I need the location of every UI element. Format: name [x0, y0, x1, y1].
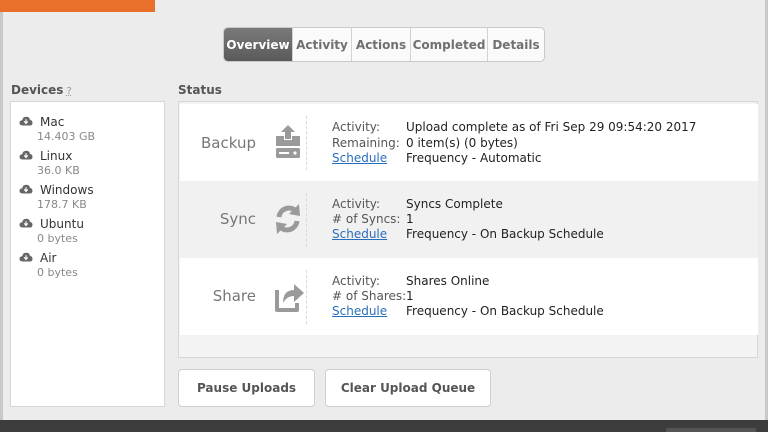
device-size: 178.7 KB — [37, 198, 87, 211]
remaining-value: 0 item(s) (0 bytes) — [406, 136, 518, 150]
brand-accent-bar — [0, 0, 155, 12]
device-name: Air — [40, 251, 57, 265]
device-size: 36.0 KB — [37, 164, 80, 177]
frequency-value: Frequency - Automatic — [406, 151, 542, 165]
device-size: 0 bytes — [37, 266, 78, 279]
status-title: Status — [178, 83, 222, 97]
device-name: Ubuntu — [40, 217, 84, 231]
row-divider — [306, 193, 307, 247]
devices-title: Devices — [11, 83, 64, 97]
cloud-icon — [19, 184, 33, 194]
tab-completed[interactable]: Completed — [411, 28, 488, 61]
device-size: 0 bytes — [37, 232, 78, 245]
sync-icon — [276, 204, 300, 234]
row-title: Sync — [219, 210, 256, 228]
remaining-label: Remaining: — [332, 136, 400, 150]
devices-list: Mac 14.403 GB Linux 36.0 KB Windows 178.… — [10, 101, 165, 407]
pause-uploads-button[interactable]: Pause Uploads — [178, 369, 315, 407]
devices-heading: Devices? — [11, 83, 72, 97]
device-name: Windows — [40, 183, 94, 197]
tab-bar: Overview Activity Actions Completed Deta… — [223, 27, 545, 62]
status-row-sync: Sync Activity: Syncs Complete # of Syncs… — [180, 181, 758, 258]
cloud-icon — [19, 218, 33, 228]
activity-value: Shares Online — [406, 274, 490, 288]
cloud-icon — [19, 252, 33, 262]
cloud-icon — [19, 150, 33, 160]
row-title: Backup — [201, 134, 256, 152]
frequency-value: Frequency - On Backup Schedule — [406, 304, 604, 318]
backup-drive-icon — [276, 125, 300, 158]
sync-schedule-link[interactable]: Schedule — [332, 227, 387, 241]
shares-count-label: # of Shares: — [332, 289, 407, 303]
device-name: Linux — [40, 149, 73, 163]
device-name: Mac — [40, 115, 65, 129]
activity-label: Activity: — [332, 274, 381, 288]
status-row-backup: Backup Activity: Upload complete as of F… — [180, 104, 758, 181]
cloud-icon — [19, 116, 33, 126]
activity-value: Upload complete as of Fri Sep 29 09:54:2… — [406, 120, 697, 134]
row-title: Share — [212, 287, 256, 305]
row-divider — [306, 270, 307, 324]
tab-overview[interactable]: Overview — [224, 28, 293, 61]
tab-actions[interactable]: Actions — [352, 28, 411, 61]
device-size: 14.403 GB — [37, 130, 96, 143]
activity-label: Activity: — [332, 197, 381, 211]
window-edge-left — [0, 12, 3, 420]
row-divider — [306, 116, 307, 170]
shares-count-value: 1 — [406, 289, 414, 303]
clear-upload-queue-button[interactable]: Clear Upload Queue — [325, 369, 491, 407]
activity-label: Activity: — [332, 120, 381, 134]
devices-help-link[interactable]: ? — [66, 86, 71, 97]
frequency-value: Frequency - On Backup Schedule — [406, 227, 604, 241]
syncs-count-label: # of Syncs: — [332, 212, 401, 226]
syncs-count-value: 1 — [406, 212, 414, 226]
tab-details[interactable]: Details — [488, 28, 544, 61]
activity-value: Syncs Complete — [406, 197, 503, 211]
bottom-bar — [0, 420, 768, 432]
status-row-share: Share Activity: Shares Online # of Share… — [180, 258, 758, 335]
backup-schedule-link[interactable]: Schedule — [332, 151, 387, 165]
share-schedule-link[interactable]: Schedule — [332, 304, 387, 318]
bottom-bar-button[interactable] — [666, 428, 756, 432]
status-panel: Backup Activity: Upload complete as of F… — [178, 101, 758, 358]
tab-activity[interactable]: Activity — [293, 28, 352, 61]
share-icon — [275, 284, 304, 312]
